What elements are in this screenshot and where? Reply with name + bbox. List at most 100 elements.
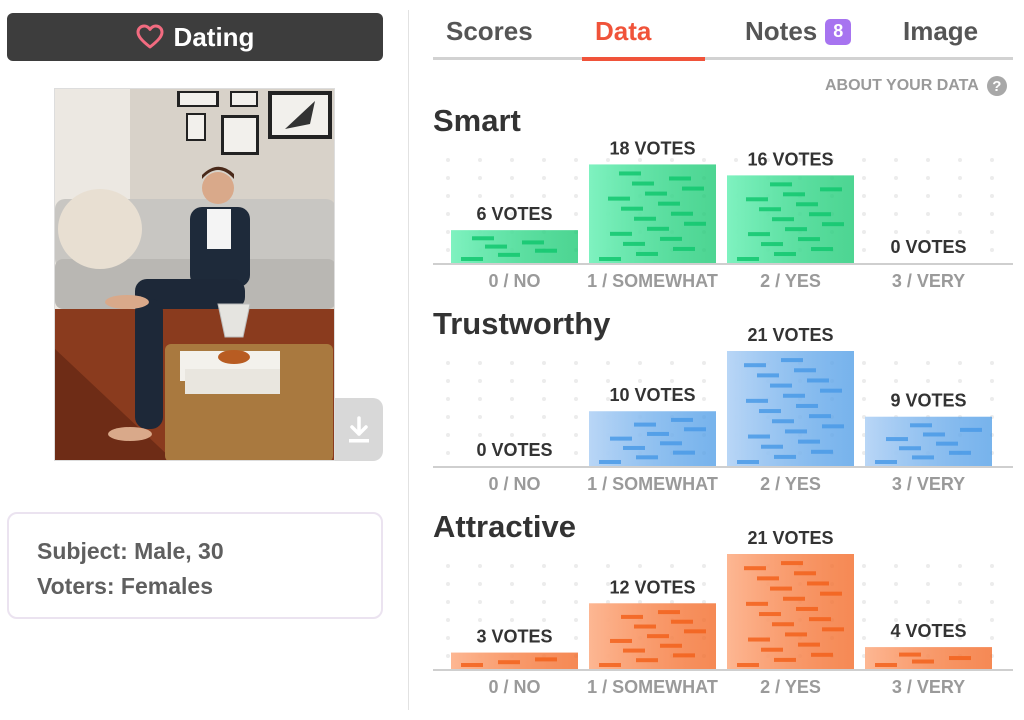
grid-dot: [990, 582, 994, 586]
grid-dot: [542, 158, 546, 162]
about-your-data-link[interactable]: ABOUT YOUR DATA ?: [825, 76, 1007, 96]
grid-dot: [478, 564, 482, 568]
grid-dot: [702, 564, 706, 568]
category-label: 3 / VERY: [892, 474, 965, 494]
vote-mark: [485, 244, 507, 249]
vote-mark: [658, 201, 680, 206]
vote-mark: [472, 236, 494, 241]
vote-mark: [682, 186, 704, 191]
grid-dot: [862, 582, 866, 586]
grid-dot: [510, 176, 514, 180]
vote-mark: [949, 656, 971, 661]
vote-mark: [759, 409, 781, 414]
tab-scores-label: Scores: [446, 16, 533, 46]
vote-mark: [737, 460, 759, 464]
vote-mark: [623, 648, 645, 653]
vote-mark: [912, 455, 934, 460]
grid-dot: [894, 194, 898, 198]
tab-scores[interactable]: Scores: [446, 16, 533, 47]
vote-mark: [774, 454, 796, 459]
tab-notes[interactable]: Notes 8: [745, 16, 852, 47]
grid-dot: [894, 230, 898, 234]
vote-mark: [634, 216, 656, 221]
vote-mark: [899, 446, 921, 451]
grid-dot: [574, 415, 578, 419]
vote-mark: [796, 202, 818, 207]
vote-mark: [796, 606, 818, 611]
grid-dot: [926, 176, 930, 180]
vote-mark: [822, 424, 844, 429]
grid-dot: [990, 158, 994, 162]
grid-dot: [894, 158, 898, 162]
vote-mark: [623, 445, 645, 450]
category-label: 3 / VERY: [892, 271, 965, 291]
vote-mark: [960, 427, 982, 432]
tab-image[interactable]: Image: [903, 16, 978, 47]
bar-value-label: 4 VOTES: [890, 621, 966, 641]
grid-dot: [926, 361, 930, 365]
vote-mark: [623, 241, 645, 246]
grid-dot: [990, 212, 994, 216]
vote-mark: [737, 663, 759, 667]
grid-dot: [862, 230, 866, 234]
vote-mark: [794, 368, 816, 373]
grid-dot: [958, 379, 962, 383]
vote-mark: [660, 441, 682, 446]
vote-mark: [781, 358, 803, 363]
vote-mark: [761, 647, 783, 652]
grid-dot: [702, 158, 706, 162]
vote-mark: [772, 419, 794, 424]
vote-mark: [949, 450, 971, 455]
vote-mark: [660, 643, 682, 648]
grid-dot: [990, 600, 994, 604]
grid-dot: [574, 158, 578, 162]
subject-photo: [54, 88, 335, 461]
grid-dot: [574, 433, 578, 437]
grid-dot: [542, 379, 546, 383]
vote-mark: [599, 460, 621, 464]
grid-dot: [510, 397, 514, 401]
vote-mark: [785, 632, 807, 637]
grid-dot: [446, 636, 450, 640]
vote-mark: [634, 624, 656, 629]
x-axis-line: [433, 669, 1013, 671]
download-button[interactable]: [335, 398, 383, 461]
vote-mark: [820, 187, 842, 192]
grid-dot: [542, 433, 546, 437]
vote-mark: [910, 423, 932, 428]
grid-dot: [478, 618, 482, 622]
tab-data[interactable]: Data: [595, 16, 651, 47]
vote-mark: [811, 652, 833, 657]
vote-mark: [634, 422, 656, 427]
bar-value-label: 0 VOTES: [890, 237, 966, 257]
vote-mark: [899, 652, 921, 657]
category-label: 1 / SOMEWHAT: [587, 271, 718, 291]
grid-dot: [926, 212, 930, 216]
vote-mark: [796, 403, 818, 408]
grid-dot: [862, 248, 866, 252]
grid-dot: [446, 158, 450, 162]
bar-value-label: 18 VOTES: [609, 138, 695, 158]
vote-mark: [785, 429, 807, 434]
grid-dot: [478, 415, 482, 419]
category-button-dating[interactable]: Dating: [7, 13, 383, 61]
vote-mark: [647, 634, 669, 639]
grid-dot: [670, 564, 674, 568]
subject-line: Subject: Male, 30: [37, 538, 224, 564]
vote-mark: [744, 363, 766, 368]
grid-dot: [894, 379, 898, 383]
grid-dot: [990, 564, 994, 568]
grid-dot: [574, 451, 578, 455]
vote-mark: [757, 373, 779, 378]
grid-dot: [574, 397, 578, 401]
grid-dot: [958, 212, 962, 216]
grid-dot: [446, 248, 450, 252]
category-label: Dating: [173, 21, 255, 52]
vote-mark: [461, 257, 483, 261]
bar-2: [727, 554, 854, 669]
grid-dot: [958, 600, 962, 604]
vote-mark: [759, 612, 781, 617]
grid-dot: [542, 600, 546, 604]
grid-dot: [862, 600, 866, 604]
tab-bar: Scores Data Notes 8 Image: [433, 0, 1013, 60]
